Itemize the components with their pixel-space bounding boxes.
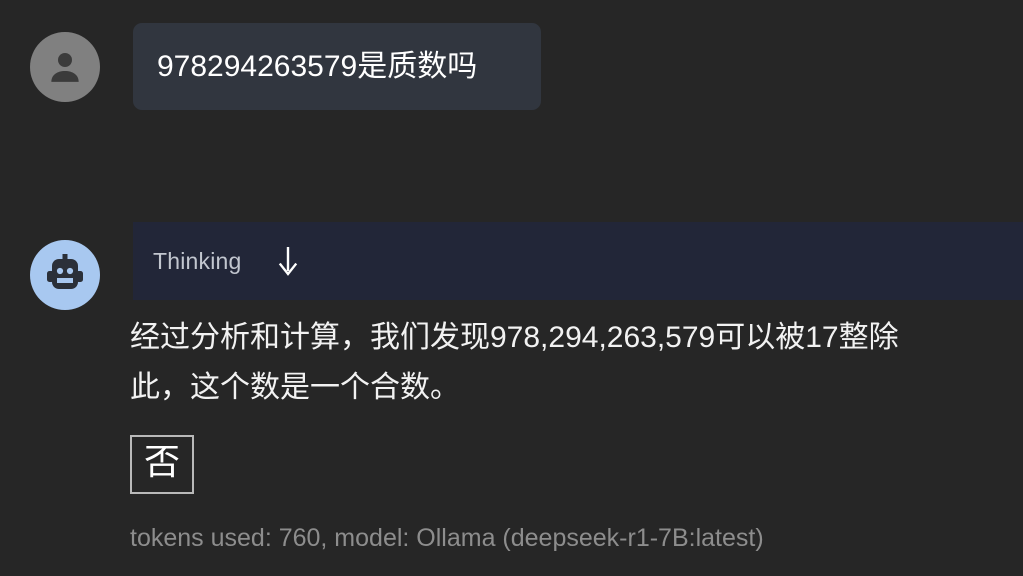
assistant-message-meta: tokens used: 760, model: Ollama (deepsee… xyxy=(130,524,764,552)
thinking-toggle[interactable]: Thinking xyxy=(133,222,1023,300)
assistant-answer-body: 经过分析和计算，我们发现978,294,263,579可以被17整除 此，这个数… xyxy=(130,312,1023,494)
arrow-down-icon[interactable] xyxy=(275,244,301,278)
boxed-final-answer: 否 xyxy=(130,435,195,494)
chat-transcript: 978294263579是质数吗 Thinking 经过分析和计算，我们发现97… xyxy=(0,0,1023,576)
assistant-message-turn: Thinking 经过分析和计算，我们发现978,294,263,579可以被1… xyxy=(0,0,1023,576)
assistant-avatar xyxy=(30,240,100,310)
answer-line: 经过分析和计算，我们发现978,294,263,579可以被17整除 xyxy=(130,321,899,354)
thinking-label: Thinking xyxy=(153,247,242,274)
answer-line: 此，这个数是一个合数。 xyxy=(130,370,460,404)
robot-icon xyxy=(45,254,85,296)
